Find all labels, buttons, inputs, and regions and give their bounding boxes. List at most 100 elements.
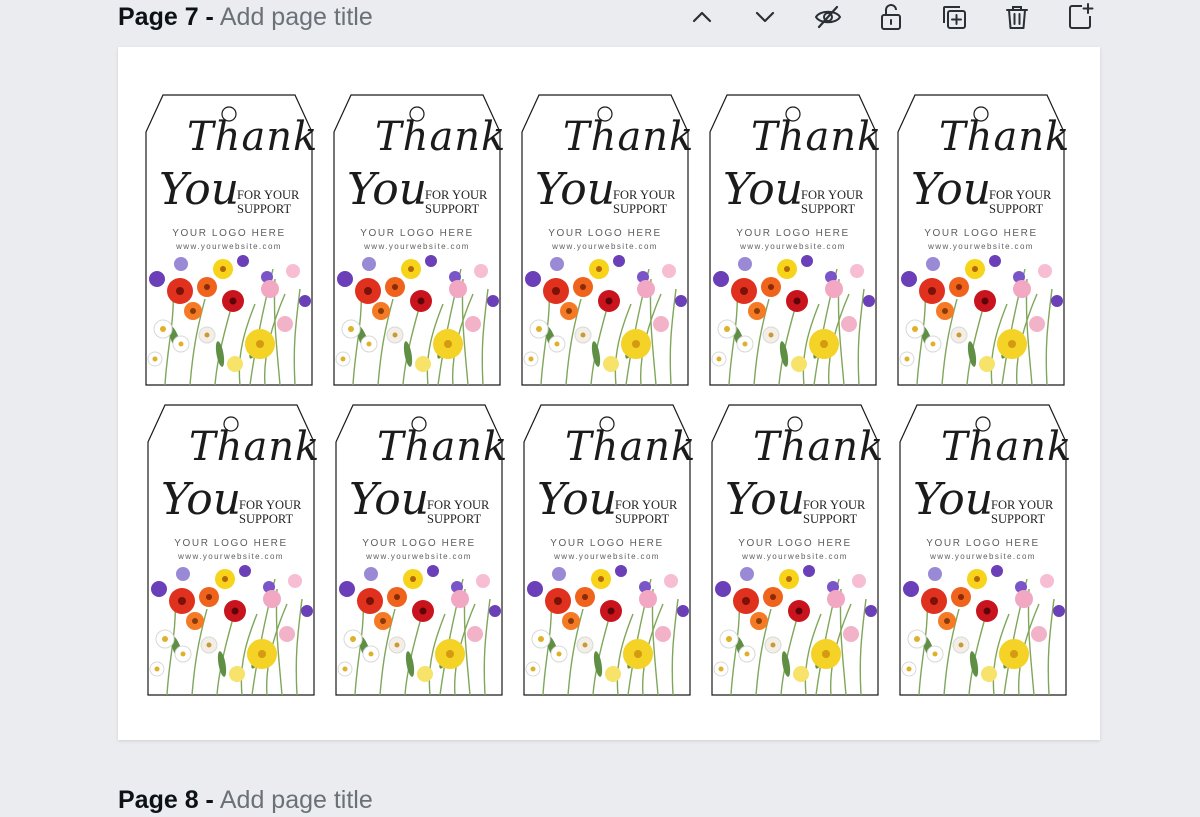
trash-icon bbox=[1006, 6, 1028, 29]
logo-placeholder-text: YOUR LOGO HERE bbox=[172, 228, 286, 239]
you-script-text: You bbox=[913, 474, 994, 525]
support-text: FOR YOUR SUPPORT bbox=[239, 498, 301, 526]
wildflower-illustration bbox=[149, 565, 313, 695]
you-script-text: You bbox=[349, 474, 430, 525]
logo-placeholder-text: YOUR LOGO HERE bbox=[924, 228, 1038, 239]
support-line-2: SUPPORT bbox=[427, 512, 482, 526]
page-number-label: Page 8 - bbox=[118, 785, 214, 814]
chevron-down-icon bbox=[755, 11, 775, 23]
thank-you-gift-tag[interactable]: Thank You FOR YOUR SUPPORT YOUR LOGO HER… bbox=[897, 94, 1069, 386]
support-line-2: SUPPORT bbox=[615, 512, 670, 526]
wildflower-illustration bbox=[711, 255, 875, 385]
support-text: FOR YOUR SUPPORT bbox=[803, 498, 865, 526]
support-line-2: SUPPORT bbox=[991, 512, 1046, 526]
logo-placeholder-text: YOUR LOGO HERE bbox=[360, 228, 474, 239]
support-line-2: SUPPORT bbox=[989, 202, 1044, 216]
wildflower-illustration bbox=[901, 565, 1065, 695]
thank-you-gift-tag[interactable]: Thank You FOR YOUR SUPPORT YOUR LOGO HER… bbox=[333, 94, 505, 386]
support-line-1: FOR YOUR bbox=[237, 188, 300, 202]
support-line-2: SUPPORT bbox=[239, 512, 294, 526]
thank-you-gift-tag[interactable]: Thank You FOR YOUR SUPPORT YOUR LOGO HER… bbox=[335, 404, 507, 696]
page-number-label: Page 7 - bbox=[118, 2, 214, 31]
support-line-1: FOR YOUR bbox=[803, 498, 866, 512]
page-title-input[interactable]: Add page title bbox=[220, 3, 373, 32]
wildflower-illustration bbox=[713, 565, 877, 695]
wildflower-illustration bbox=[525, 565, 689, 695]
support-text: FOR YOUR SUPPORT bbox=[237, 188, 299, 216]
support-line-1: FOR YOUR bbox=[615, 498, 678, 512]
move-page-up-button[interactable] bbox=[682, 0, 722, 34]
thank-you-gift-tag[interactable]: Thank You FOR YOUR SUPPORT YOUR LOGO HER… bbox=[523, 404, 695, 696]
wildflower-illustration bbox=[899, 255, 1063, 385]
support-line-1: FOR YOUR bbox=[991, 498, 1054, 512]
support-line-1: FOR YOUR bbox=[239, 498, 302, 512]
support-text: FOR YOUR SUPPORT bbox=[425, 188, 487, 216]
thank-script-text: Thank bbox=[751, 114, 883, 160]
add-page-button[interactable] bbox=[1060, 0, 1100, 34]
thank-you-gift-tag[interactable]: Thank You FOR YOUR SUPPORT YOUR LOGO HER… bbox=[521, 94, 693, 386]
page-toolbar bbox=[659, 0, 1100, 34]
eye-slash-icon bbox=[814, 5, 842, 29]
logo-placeholder-text: YOUR LOGO HERE bbox=[926, 538, 1040, 549]
support-line-1: FOR YOUR bbox=[613, 188, 676, 202]
thank-you-gift-tag[interactable]: Thank You FOR YOUR SUPPORT YOUR LOGO HER… bbox=[147, 404, 319, 696]
thank-script-text: Thank bbox=[377, 424, 509, 470]
wildflower-illustration bbox=[523, 255, 687, 385]
you-script-text: You bbox=[347, 164, 428, 215]
support-line-2: SUPPORT bbox=[801, 202, 856, 216]
support-line-1: FOR YOUR bbox=[425, 188, 488, 202]
thank-script-text: Thank bbox=[939, 114, 1071, 160]
you-script-text: You bbox=[725, 474, 806, 525]
thank-script-text: Thank bbox=[375, 114, 507, 160]
support-text: FOR YOUR SUPPORT bbox=[427, 498, 489, 526]
support-line-2: SUPPORT bbox=[613, 202, 668, 216]
support-text: FOR YOUR SUPPORT bbox=[615, 498, 677, 526]
duplicate-page-button[interactable] bbox=[934, 0, 974, 34]
lock-page-button[interactable] bbox=[871, 0, 911, 34]
you-script-text: You bbox=[723, 164, 804, 215]
page-title-input[interactable]: Add page title bbox=[220, 786, 373, 815]
page-header: Page 7 - Add page title bbox=[118, 0, 1100, 34]
thank-script-text: Thank bbox=[565, 424, 697, 470]
thank-you-gift-tag[interactable]: Thank You FOR YOUR SUPPORT YOUR LOGO HER… bbox=[899, 404, 1071, 696]
add-page-icon bbox=[1069, 3, 1094, 29]
you-script-text: You bbox=[911, 164, 992, 215]
support-text: FOR YOUR SUPPORT bbox=[989, 188, 1051, 216]
thank-script-text: Thank bbox=[753, 424, 885, 470]
support-line-2: SUPPORT bbox=[237, 202, 292, 216]
logo-placeholder-text: YOUR LOGO HERE bbox=[362, 538, 476, 549]
support-line-2: SUPPORT bbox=[425, 202, 480, 216]
logo-placeholder-text: YOUR LOGO HERE bbox=[738, 538, 852, 549]
chevron-up-icon bbox=[692, 11, 712, 23]
thank-script-text: Thank bbox=[189, 424, 321, 470]
support-line-2: SUPPORT bbox=[803, 512, 858, 526]
thank-you-gift-tag[interactable]: Thank You FOR YOUR SUPPORT YOUR LOGO HER… bbox=[711, 404, 883, 696]
hide-page-button[interactable] bbox=[808, 0, 848, 34]
delete-page-button[interactable] bbox=[997, 0, 1037, 34]
next-page-header: Page 8 - Add page title bbox=[118, 783, 1100, 817]
you-script-text: You bbox=[161, 474, 242, 525]
you-script-text: You bbox=[159, 164, 240, 215]
logo-placeholder-text: YOUR LOGO HERE bbox=[550, 538, 664, 549]
support-line-1: FOR YOUR bbox=[801, 188, 864, 202]
wildflower-illustration bbox=[147, 255, 311, 385]
unlock-icon bbox=[881, 4, 901, 30]
support-line-1: FOR YOUR bbox=[427, 498, 490, 512]
support-text: FOR YOUR SUPPORT bbox=[991, 498, 1053, 526]
thank-you-gift-tag[interactable]: Thank You FOR YOUR SUPPORT YOUR LOGO HER… bbox=[709, 94, 881, 386]
move-page-down-button[interactable] bbox=[745, 0, 785, 34]
thank-you-gift-tag[interactable]: Thank You FOR YOUR SUPPORT YOUR LOGO HER… bbox=[145, 94, 317, 386]
support-text: FOR YOUR SUPPORT bbox=[801, 188, 863, 216]
thank-script-text: Thank bbox=[187, 114, 319, 160]
you-script-text: You bbox=[535, 164, 616, 215]
logo-placeholder-text: YOUR LOGO HERE bbox=[174, 538, 288, 549]
support-text: FOR YOUR SUPPORT bbox=[613, 188, 675, 216]
duplicate-icon bbox=[943, 6, 966, 29]
you-script-text: You bbox=[537, 474, 618, 525]
design-canvas[interactable]: Thank You FOR YOUR SUPPORT YOUR LOGO HER… bbox=[118, 47, 1100, 740]
wildflower-illustration bbox=[335, 255, 499, 385]
logo-placeholder-text: YOUR LOGO HERE bbox=[548, 228, 662, 239]
thank-script-text: Thank bbox=[941, 424, 1073, 470]
support-line-1: FOR YOUR bbox=[989, 188, 1052, 202]
wildflower-illustration bbox=[337, 565, 501, 695]
